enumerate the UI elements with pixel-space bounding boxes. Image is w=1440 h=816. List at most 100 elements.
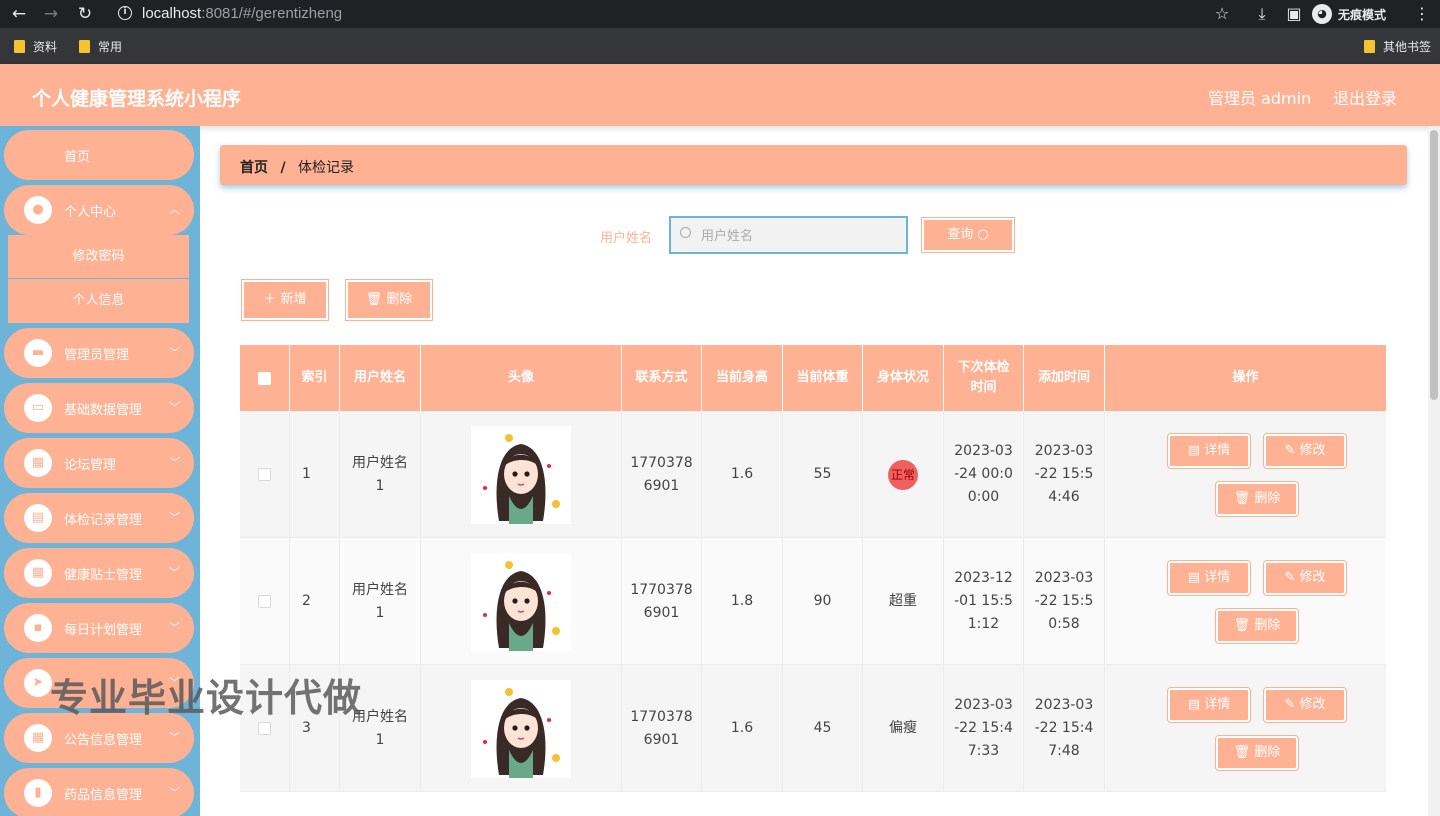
sidebar-item-home[interactable]: 首页 (4, 130, 194, 180)
add-button[interactable]: ＋ 新增 (241, 279, 329, 321)
cell-height: 1.6 (702, 411, 783, 538)
search-label: 用户姓名 (600, 231, 653, 246)
chevron-down-icon: ﹀ (169, 346, 180, 359)
plus-icon: ＋ (263, 292, 277, 307)
search-input[interactable] (701, 226, 901, 246)
edit-button[interactable]: ✎ 修改 (1263, 433, 1347, 469)
incognito-indicator[interactable]: ◕ 无痕模式 (1312, 3, 1386, 25)
col-next-checkup: 下次体检时间 (944, 345, 1024, 411)
col-height: 当前身高 (702, 345, 783, 411)
status-text: 正常 (888, 459, 918, 490)
sidebar-item-checkup[interactable]: ▤ 体检记录管理 ﹀ (4, 493, 194, 543)
search-icon: ○ (977, 227, 989, 242)
select-all-checkbox[interactable] (258, 371, 271, 385)
cell-status: 偏瘦 (863, 665, 944, 792)
query-button[interactable]: 查询 ○ (921, 217, 1015, 253)
cell-phone: 17703786901 (622, 411, 702, 538)
table-header: 索引 用户姓名 头像 联系方式 当前身高 当前体重 身体状况 下次体检时间 添加… (240, 345, 1386, 411)
chart-icon: ▤ (24, 504, 52, 532)
message-icon: ▪ (24, 614, 52, 642)
scrollbar-thumb[interactable] (1430, 130, 1438, 400)
avatar (471, 552, 571, 651)
grid-icon: ▦ (24, 559, 52, 587)
folder-icon (14, 40, 25, 53)
grid-icon: ▦ (24, 449, 52, 477)
sidebar-item-forum[interactable]: ▦ 论坛管理 ﹀ (4, 438, 194, 488)
col-status: 身体状况 (863, 345, 944, 411)
detail-button[interactable]: ▤ 详情 (1167, 433, 1251, 469)
address-bar[interactable]: i localhost:8081/#/gerentizheng (106, 1, 1244, 27)
folder-icon (79, 40, 90, 53)
cell-weight: 45 (783, 665, 863, 792)
chevron-down-icon: ﹀ (169, 401, 180, 414)
chevron-down-icon: ﹀ (169, 731, 180, 744)
batch-delete-button[interactable]: 🗑 删除 (345, 279, 433, 321)
sidebar-item-base-data[interactable]: ▭ 基础数据管理 ﹀ (4, 383, 194, 433)
cell-status: 超重 (863, 538, 944, 665)
send-icon: ➤ (24, 669, 52, 697)
cell-actions: ▤ 详情 ✎ 修改 🗑 删除 (1105, 665, 1386, 792)
logout-link[interactable]: 退出登录 (1333, 85, 1397, 109)
document-icon: ▤ (1187, 697, 1201, 712)
status-text: 超重 (889, 593, 917, 609)
reload-icon[interactable]: ↻ (74, 3, 96, 25)
star-icon[interactable]: ☆ (1212, 4, 1232, 24)
detail-button[interactable]: ▤ 详情 (1167, 687, 1251, 723)
delete-button[interactable]: 🗑 删除 (1215, 608, 1299, 644)
chevron-down-icon: ﹀ (169, 786, 180, 799)
row-checkbox[interactable] (258, 468, 271, 481)
edit-button[interactable]: ✎ 修改 (1263, 687, 1347, 723)
edit-icon: ✎ (1284, 697, 1296, 712)
app-header: 个人健康管理系统小程序 管理员 admin 退出登录 (0, 64, 1440, 126)
select-all-cell[interactable] (240, 345, 290, 411)
bookmark-folder[interactable]: 资料 (14, 38, 57, 55)
cell-next-checkup: 2023-03-24 00:00:00 (944, 411, 1024, 538)
sidebar-item-admin[interactable]: ▬ 管理员管理 ﹀ (4, 328, 194, 378)
user-icon: ● (24, 196, 52, 224)
trash-icon: 🗑 (1233, 618, 1251, 633)
info-icon[interactable]: i (118, 6, 132, 20)
forward-icon[interactable]: → (40, 3, 62, 25)
edit-icon: ✎ (1284, 443, 1296, 458)
search-field[interactable] (669, 216, 908, 254)
sidebar-item-personal-center[interactable]: ● 个人中心 ︿ (4, 185, 194, 235)
delete-button[interactable]: 🗑 删除 (1215, 481, 1299, 517)
current-user: 管理员 admin (1208, 89, 1312, 108)
watermark: 专业毕业设计代做 (50, 676, 363, 720)
detail-button[interactable]: ▤ 详情 (1167, 560, 1251, 596)
cell-weight: 55 (783, 411, 863, 538)
trash-icon: 🗑 (1233, 491, 1251, 506)
sidebar-item-medicine[interactable]: ▮ 药品信息管理 ﹀ (4, 768, 194, 816)
cell-actions: ▤ 详情 ✎ 修改 🗑 删除 (1105, 538, 1386, 665)
document-icon: ▤ (1187, 570, 1201, 585)
url-text: localhost:8081/#/gerentizheng (142, 5, 343, 22)
sidebar-item-health-tips[interactable]: ▦ 健康贴士管理 ﹀ (4, 548, 194, 598)
avatar (471, 425, 571, 524)
sidepanel-icon[interactable]: ▣ (1284, 4, 1304, 24)
delete-button[interactable]: 🗑 删除 (1215, 735, 1299, 771)
chevron-up-icon: ︿ (169, 203, 180, 216)
cell-height: 1.8 (702, 538, 783, 665)
other-bookmarks[interactable]: 其他书签 (1364, 38, 1431, 55)
cell-added-time: 2023-03-22 15:47:48 (1024, 665, 1105, 792)
trash-icon: 🗑 (365, 292, 383, 307)
sidebar-item-daily-plan[interactable]: ▪ 每日计划管理 ﹀ (4, 603, 194, 653)
cell-weight: 90 (783, 538, 863, 665)
table-row: 3 用户姓名1 17703786901 1.6 45 偏瘦 2023-03-22 15:47… (240, 665, 1386, 792)
app-title: 个人健康管理系统小程序 (32, 88, 242, 110)
row-select-cell[interactable] (240, 538, 290, 665)
breadcrumb-home[interactable]: 首页 (240, 160, 268, 176)
edit-button[interactable]: ✎ 修改 (1263, 560, 1347, 596)
submenu-personal-info[interactable]: 个人信息 (8, 279, 189, 323)
monitor-icon: ▭ (24, 394, 52, 422)
menu-dots-icon[interactable]: ⋮ (1412, 4, 1432, 24)
row-select-cell[interactable] (240, 411, 290, 538)
row-checkbox[interactable] (258, 595, 271, 608)
download-icon[interactable]: ⤓ (1252, 4, 1272, 24)
submenu-change-password[interactable]: 修改密码 (8, 235, 189, 278)
page-scrollbar[interactable] (1428, 126, 1440, 816)
back-icon[interactable]: ← (8, 3, 30, 25)
row-checkbox[interactable] (258, 722, 271, 735)
bookmark-folder[interactable]: 常用 (79, 38, 122, 55)
breadcrumb: 首页 / 体检记录 (220, 145, 1407, 185)
